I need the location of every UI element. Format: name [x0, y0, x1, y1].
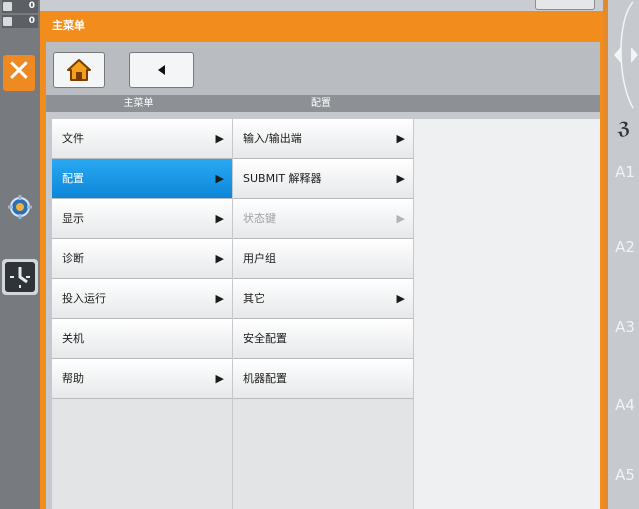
- menu-item-label: SUBMIT 解释器: [243, 172, 322, 185]
- input-counter: 0: [2, 0, 38, 13]
- menu-item-label: 帮助: [62, 372, 84, 385]
- submenu-arrow-icon: ▶: [396, 132, 405, 145]
- close-icon: ✕: [6, 54, 32, 89]
- menu-item-label: 显示: [62, 212, 84, 225]
- axis-label-a2[interactable]: A2: [611, 238, 639, 256]
- main-menu-empty-area: [52, 399, 232, 509]
- menu-item-label: 机器配置: [243, 372, 287, 385]
- close-button[interactable]: ✕: [3, 55, 35, 91]
- menu-item-submit-interpreter[interactable]: SUBMIT 解释器 ▶: [233, 159, 413, 199]
- submenu-arrow-icon: ▶: [396, 292, 405, 305]
- menu-item-label: 输入/输出端: [243, 132, 302, 145]
- menu-item-file[interactable]: 文件 ▶: [52, 119, 232, 159]
- menu-item-label: 安全配置: [243, 332, 287, 345]
- menu-item-label: 其它: [243, 292, 265, 305]
- axis-label-a4[interactable]: A4: [611, 396, 639, 414]
- top-status-strip: [40, 0, 603, 12]
- config-header: 配置: [311, 98, 331, 109]
- menu-item-io[interactable]: 输入/输出端 ▶: [233, 119, 413, 159]
- clock-icon[interactable]: [2, 259, 38, 295]
- back-button[interactable]: [129, 52, 194, 88]
- output-counter-icon: [3, 17, 12, 26]
- config-menu-empty-area: [233, 399, 413, 509]
- home-button[interactable]: [53, 52, 105, 88]
- main-menu-list: 文件 ▶ 配置 ▶ 显示 ▶ 诊断 ▶ 投入运行 ▶ 关机 帮助 ▶: [52, 119, 232, 399]
- submenu-arrow-icon: ▶: [396, 212, 405, 225]
- submenu-arrow-icon: ▶: [215, 132, 224, 145]
- axis-label-a3[interactable]: A3: [611, 318, 639, 336]
- axis-label-a5[interactable]: A5: [611, 466, 639, 484]
- menu-item-commissioning[interactable]: 投入运行 ▶: [52, 279, 232, 319]
- menu-item-label: 诊断: [62, 252, 84, 265]
- submenu-arrow-icon: ▶: [215, 292, 224, 305]
- column-headers: 主菜单 配置: [46, 95, 600, 112]
- jog-dial-icon[interactable]: [611, 0, 639, 112]
- menu-item-help[interactable]: 帮助 ▶: [52, 359, 232, 399]
- axis-label-a1[interactable]: A1: [611, 163, 639, 181]
- submenu-empty-column: [414, 119, 600, 509]
- menu-item-shutdown[interactable]: 关机: [52, 319, 232, 359]
- submenu-arrow-icon: ▶: [215, 172, 224, 185]
- submenu-arrow-icon: ▶: [396, 172, 405, 185]
- menu-item-label: 投入运行: [62, 292, 106, 305]
- submenu-arrow-icon: ▶: [215, 212, 224, 225]
- menu-item-config[interactable]: 配置 ▶: [52, 159, 232, 199]
- axis-panel: ℨ A1 A2 A3 A4 A5: [603, 0, 639, 509]
- top-button[interactable]: [535, 0, 595, 10]
- back-arrow-icon: [158, 65, 165, 75]
- output-counter: 0: [2, 15, 38, 28]
- submenu-arrow-icon: ▶: [215, 372, 224, 385]
- menu-item-display[interactable]: 显示 ▶: [52, 199, 232, 239]
- menu-item-label: 配置: [62, 172, 84, 185]
- config-menu-list: 输入/输出端 ▶ SUBMIT 解释器 ▶ 状态键 ▶ 用户组 其它 ▶ 安全配置 机器…: [233, 119, 413, 399]
- menu-item-status-keys: 状态键 ▶: [233, 199, 413, 239]
- panel-separator: [603, 0, 608, 509]
- tool-status-icon[interactable]: [6, 193, 34, 221]
- left-sidebar: 0 0 ✕: [0, 0, 40, 509]
- home-icon: [67, 59, 91, 81]
- menu-item-label: 文件: [62, 132, 84, 145]
- menu-item-other[interactable]: 其它 ▶: [233, 279, 413, 319]
- main-menu-header: 主菜单: [123, 98, 154, 109]
- input-counter-icon: [3, 2, 12, 11]
- robot-axis-icon: ℨ: [617, 119, 631, 139]
- menu-item-diagnosis[interactable]: 诊断 ▶: [52, 239, 232, 279]
- window-title: 主菜单: [40, 12, 603, 42]
- output-counter-value: 0: [28, 16, 35, 26]
- menu-item-user-group[interactable]: 用户组: [233, 239, 413, 279]
- toolbar: [46, 42, 600, 95]
- menu-item-machine-config[interactable]: 机器配置: [233, 359, 413, 399]
- menu-item-label: 状态键: [243, 212, 276, 225]
- menu-item-label: 关机: [62, 332, 84, 345]
- input-counter-value: 0: [28, 1, 35, 11]
- menu-item-label: 用户组: [243, 252, 276, 265]
- menu-item-safety-config[interactable]: 安全配置: [233, 319, 413, 359]
- submenu-arrow-icon: ▶: [215, 252, 224, 265]
